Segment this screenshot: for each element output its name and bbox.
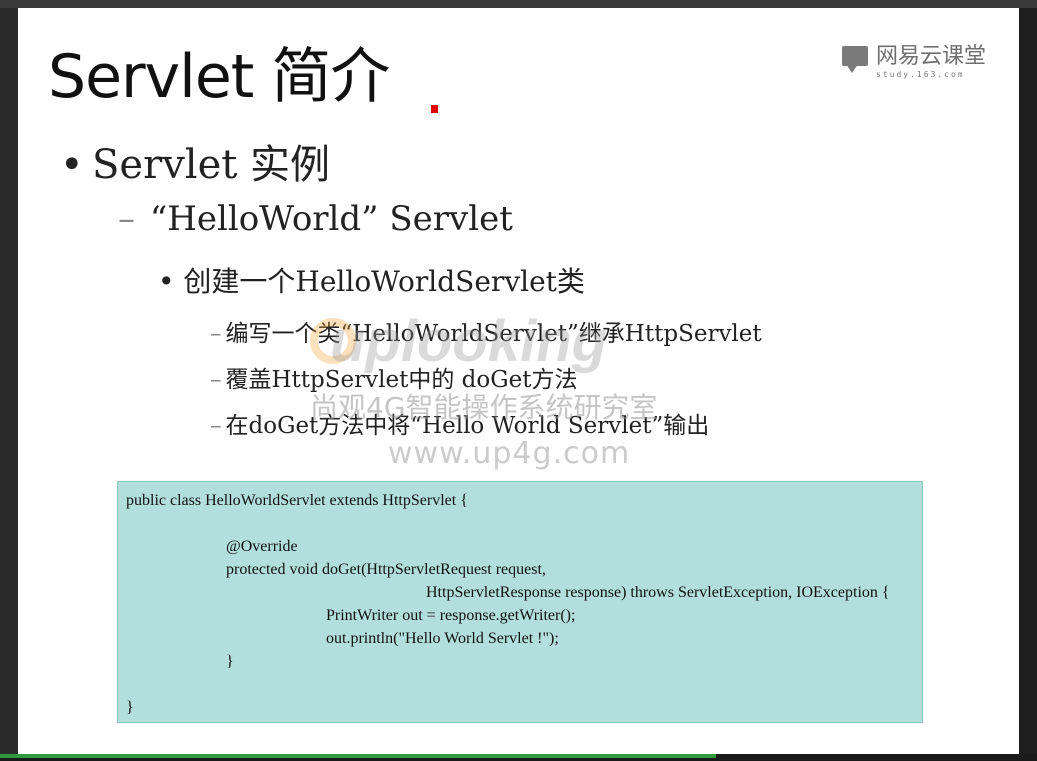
bullet-level3-text: 创建一个HelloWorldServlet类 (183, 265, 585, 298)
code-line: PrintWriter out = response.getWriter(); (326, 607, 576, 624)
progress-fill (0, 754, 716, 758)
bullet-dot-icon: • (158, 265, 175, 298)
cursor-marker (431, 105, 438, 113)
bullet-level4-text: 编写一个类“HelloWorldServlet”继承HttpServlet (225, 321, 762, 347)
bullet-level4-item: – 在doGet方法中将“Hello World Servlet”输出 (210, 406, 709, 440)
bullet-level3: • 创建一个HelloWorldServlet类 (158, 260, 585, 300)
netease-logo: 网易云课堂 study.163.com (842, 46, 986, 79)
code-line: } (226, 653, 234, 670)
logo-name: 网易云课堂 (876, 44, 987, 69)
bullet-level4-text: 覆盖HttpServlet中的 doGet方法 (225, 367, 578, 393)
video-frame: Servlet 简介 网易云课堂 study.163.com • Servlet … (0, 0, 1037, 761)
code-line: public class HelloWorldServlet extends H… (126, 492, 468, 509)
bullet-level1-text: Servlet 实例 (92, 142, 331, 188)
slide-title: Servlet 简介 (48, 42, 390, 112)
top-border (0, 0, 1037, 8)
code-line: HttpServletResponse response) throws Ser… (426, 584, 890, 601)
bullet-level2-text: “HelloWorld” Servlet (149, 199, 513, 239)
bullet-level2: – “HelloWorld” Servlet (118, 199, 513, 239)
code-line: protected void doGet(HttpServletRequest … (226, 561, 546, 578)
dash-icon: – (118, 199, 135, 239)
bullet-dot-icon: • (60, 142, 84, 188)
code-line: } (126, 699, 134, 716)
slide: Servlet 简介 网易云课堂 study.163.com • Servlet … (18, 8, 1019, 754)
bullet-level4-item: – 编写一个类“HelloWorldServlet”继承HttpServlet (210, 314, 762, 348)
watermark-url: www.up4g.com (388, 436, 631, 471)
dash-icon: – (210, 321, 222, 347)
dash-icon: – (210, 367, 222, 393)
right-border (1019, 8, 1037, 754)
logo-url: study.163.com (876, 70, 965, 79)
bullet-level4-text: 在doGet方法中将“Hello World Servlet”输出 (225, 413, 710, 439)
bullet-level1: • Servlet 实例 (60, 132, 330, 190)
dash-icon: – (210, 413, 222, 439)
code-line: @Override (226, 538, 298, 555)
video-progress-bar[interactable] (0, 754, 1037, 761)
bullet-level4-item: – 覆盖HttpServlet中的 doGet方法 (210, 360, 577, 394)
code-line: out.println("Hello World Servlet !"); (326, 630, 559, 647)
code-block: public class HelloWorldServlet extends H… (117, 481, 923, 723)
speech-bubble-icon (842, 46, 870, 76)
